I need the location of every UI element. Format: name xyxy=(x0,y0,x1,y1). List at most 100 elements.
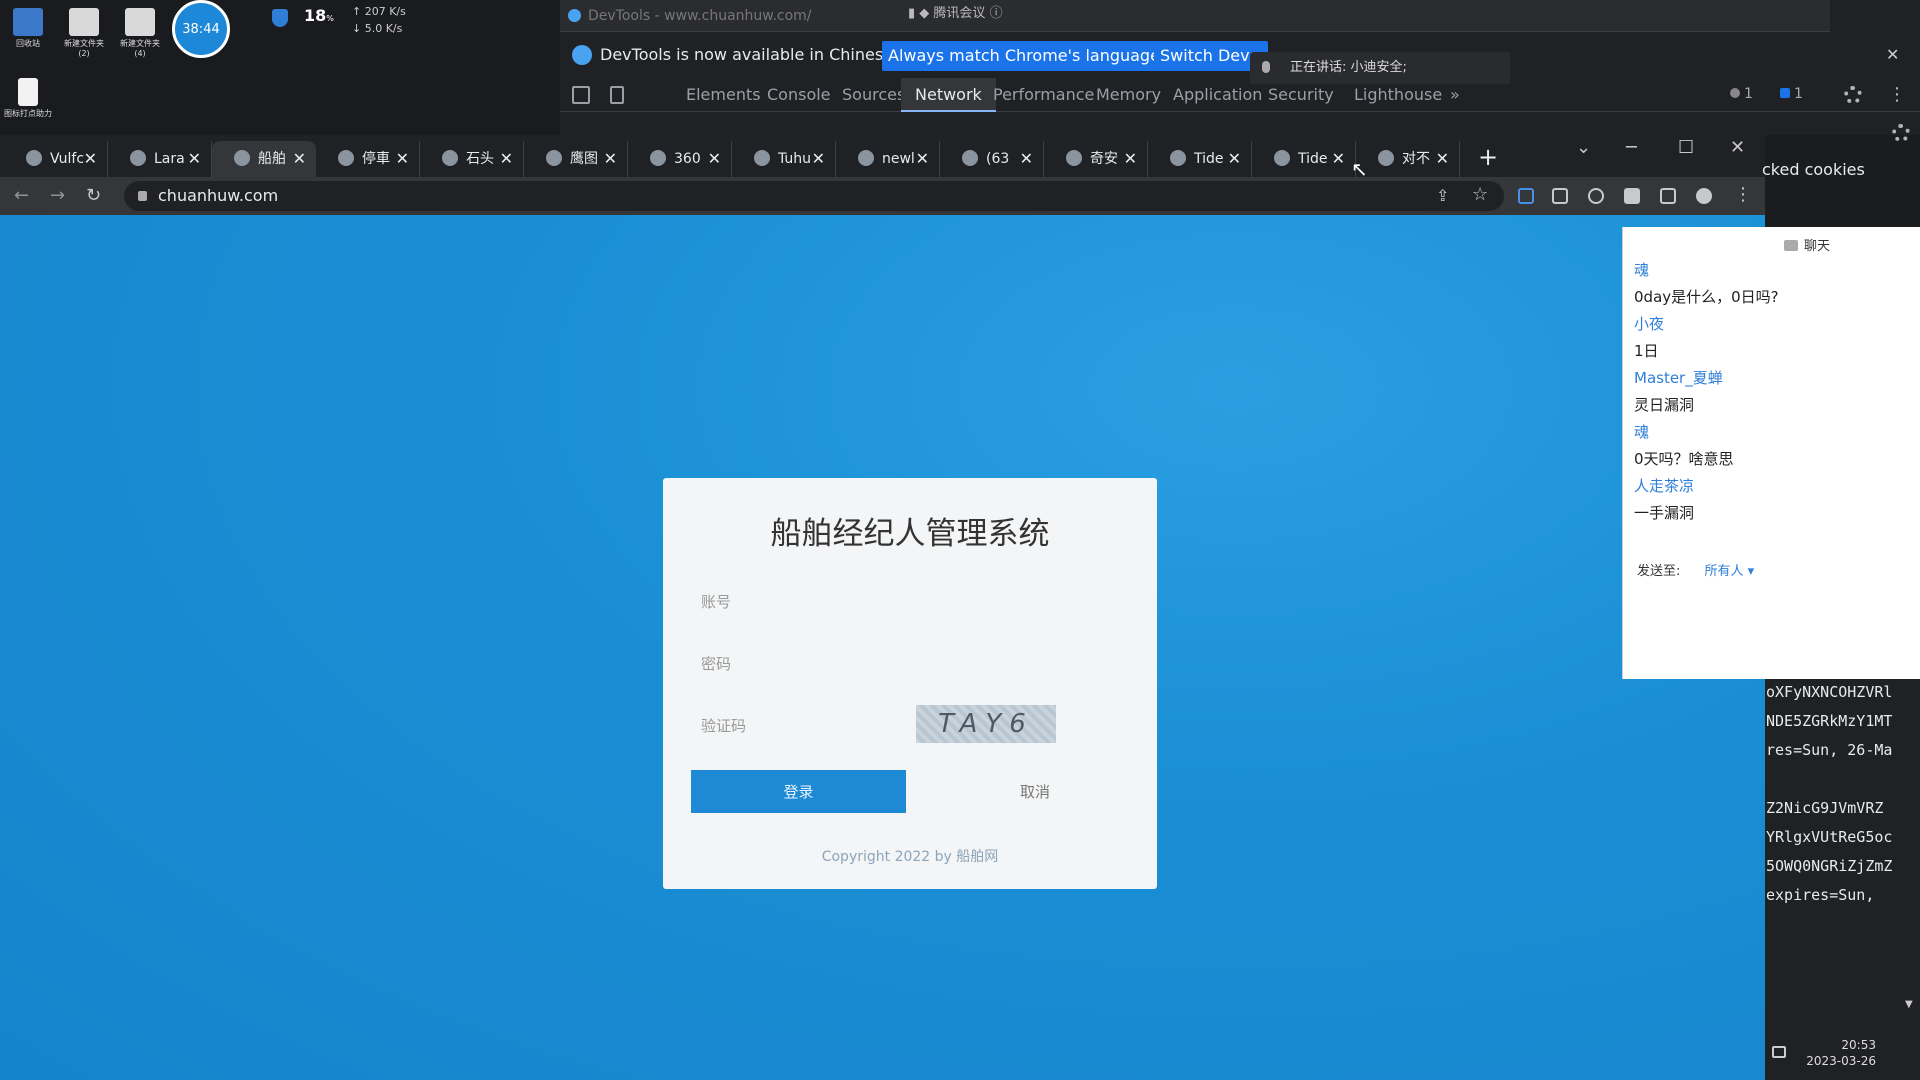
tab-close-icon[interactable]: ✕ xyxy=(1228,141,1241,177)
desktop-icon-doc[interactable]: 图标打点助力 xyxy=(0,78,56,119)
tab-close-icon[interactable]: ✕ xyxy=(1020,141,1033,177)
message-count-badge[interactable]: 1 xyxy=(1780,86,1803,102)
error-count-badge[interactable]: 1 xyxy=(1730,86,1753,102)
reload-icon[interactable]: ↻ xyxy=(86,185,101,206)
taskbar-clock[interactable]: 20:53 2023-03-26 xyxy=(1800,1037,1876,1069)
tab-close-icon[interactable]: ✕ xyxy=(708,141,721,177)
browser-tab[interactable]: 对不 ✕ xyxy=(1356,141,1460,177)
cancel-button[interactable]: 取消 xyxy=(935,770,1135,813)
tab-title: Tide xyxy=(1194,151,1224,167)
extension-eye-icon[interactable] xyxy=(1588,188,1604,204)
puzzle-extensions-icon[interactable] xyxy=(1624,188,1640,204)
net-up-value: 207 xyxy=(364,5,386,18)
chat-sender[interactable]: 魂 xyxy=(1634,257,1779,284)
side-panel-icon[interactable] xyxy=(1660,188,1676,204)
window-close-icon[interactable]: ✕ xyxy=(1730,137,1745,158)
chat-sender[interactable]: 小夜 xyxy=(1634,311,1779,338)
more-options-icon[interactable]: ⋮ xyxy=(1888,84,1906,105)
tab-close-icon[interactable]: ✕ xyxy=(293,141,306,177)
tab-title: 360 xyxy=(674,151,701,167)
new-tab-button[interactable]: + xyxy=(1478,143,1498,171)
chat-sender[interactable]: 魂 xyxy=(1634,419,1779,446)
extension-icon[interactable] xyxy=(1518,188,1534,204)
browser-tab[interactable]: Tide ✕ xyxy=(1252,141,1356,177)
browser-tab[interactable]: 石头 ✕ xyxy=(420,141,524,177)
tab-close-icon[interactable]: ✕ xyxy=(1332,141,1345,177)
close-icon[interactable]: ✕ xyxy=(1886,45,1899,64)
browser-tab[interactable]: 360 ✕ xyxy=(628,141,732,177)
browser-tab[interactable]: (63 ✕ xyxy=(940,141,1044,177)
chat-sender[interactable]: Master_夏蝉 xyxy=(1634,365,1779,392)
devtools-info-bar: DevTools is now available in Chinese! Al… xyxy=(560,37,1920,73)
tab-close-icon[interactable]: ✕ xyxy=(500,141,513,177)
tab-search-chevron-icon[interactable]: ⌄ xyxy=(1576,137,1591,158)
recording-timer[interactable]: 38:44 xyxy=(172,0,230,58)
browser-tab[interactable]: 鹰图 ✕ xyxy=(524,141,628,177)
volume-icon[interactable] xyxy=(1772,1046,1786,1058)
inspect-icon[interactable] xyxy=(572,86,590,104)
tab-close-icon[interactable]: ✕ xyxy=(1436,141,1449,177)
captcha-label: 验证码 xyxy=(701,717,747,735)
tab-security[interactable]: Security xyxy=(1254,78,1348,112)
account-field: 账号 xyxy=(701,583,1121,617)
browser-tab-active[interactable]: 船舶 ✕ xyxy=(212,141,316,177)
cpu-value: 18 xyxy=(304,6,327,25)
tab-close-icon[interactable]: ✕ xyxy=(1124,141,1137,177)
qr-extension-icon[interactable] xyxy=(1552,188,1568,204)
lock-icon[interactable] xyxy=(138,191,147,201)
devtools-window: DevTools - www.chuanhuw.com/ ▮ ◆ 腾讯会议 ⓘ … xyxy=(560,0,1920,142)
tab-close-icon[interactable]: ✕ xyxy=(396,141,409,177)
chat-sender[interactable]: 人走茶凉 xyxy=(1634,473,1779,500)
send-to-value: 所有人 xyxy=(1704,564,1744,579)
meeting-indicator[interactable]: ▮ ◆ 腾讯会议 ⓘ xyxy=(908,2,1003,21)
browser-tab[interactable]: Tide ✕ xyxy=(1148,141,1252,177)
maximize-icon[interactable]: ☐ xyxy=(1678,137,1694,158)
tab-close-icon[interactable]: ✕ xyxy=(812,141,825,177)
tab-close-icon[interactable]: ✕ xyxy=(604,141,617,177)
message-icon xyxy=(1780,88,1790,98)
browser-tab[interactable]: Tuhu ✕ xyxy=(732,141,836,177)
browser-tab[interactable]: Vulfc ✕ xyxy=(4,141,108,177)
password-input[interactable] xyxy=(771,647,1121,677)
desktop-icon-recycle[interactable]: 回收站 xyxy=(0,8,56,49)
chrome-logo-icon xyxy=(568,9,581,22)
settings-gear-icon[interactable] xyxy=(1844,86,1862,104)
desktop-icon-folder-2[interactable]: 新建文件夹 (2) xyxy=(56,8,112,58)
tab-close-icon[interactable]: ✕ xyxy=(916,141,929,177)
chat-icon xyxy=(1783,240,1798,251)
browser-tab[interactable]: 停車 ✕ xyxy=(316,141,420,177)
tab-close-icon[interactable]: ✕ xyxy=(188,141,201,177)
tab-close-icon[interactable]: ✕ xyxy=(84,141,97,177)
back-arrow-icon[interactable]: ← xyxy=(14,185,29,206)
scroll-down-icon[interactable]: ▼ xyxy=(1905,999,1919,1011)
net-unit: K/s xyxy=(385,22,403,35)
menu-kebab-icon[interactable]: ⋮ xyxy=(1734,184,1752,205)
desktop-icon-folder-4[interactable]: 新建文件夹 (4) xyxy=(112,8,168,58)
send-to-dropdown[interactable]: 所有人 ▾ xyxy=(1705,564,1755,579)
net-down: ↓ 5.0 K/s xyxy=(352,22,403,35)
browser-tab[interactable]: newl ✕ xyxy=(836,141,940,177)
profile-avatar-icon[interactable] xyxy=(1696,188,1712,204)
recycle-bin-icon xyxy=(13,8,43,36)
forward-arrow-icon[interactable]: → xyxy=(50,185,65,206)
device-toolbar-icon[interactable] xyxy=(610,86,624,104)
browser-tab[interactable]: Lara ✕ xyxy=(108,141,212,177)
clock-time: 20:53 xyxy=(1841,1038,1876,1052)
bookmark-star-icon[interactable]: ☆ xyxy=(1472,184,1488,205)
desktop-icon-label: 回收站 xyxy=(16,39,40,48)
login-button[interactable]: 登录 xyxy=(691,770,906,813)
chat-message-text: 1日 xyxy=(1634,342,1659,360)
minimize-icon[interactable]: ─ xyxy=(1626,137,1637,158)
share-icon[interactable]: ⇪ xyxy=(1436,186,1449,205)
captcha-image[interactable]: TAY6 xyxy=(916,705,1056,743)
favicon-icon xyxy=(130,150,146,166)
captcha-input[interactable] xyxy=(771,709,901,739)
account-input[interactable] xyxy=(771,585,1121,615)
match-language-button[interactable]: Always match Chrome's language xyxy=(882,41,1166,71)
address-bar[interactable]: chuanhuw.com ⇪ ☆ xyxy=(124,181,1504,211)
shield-icon[interactable] xyxy=(272,9,288,27)
tab-title: 对不 xyxy=(1402,151,1430,167)
github-icon xyxy=(754,150,770,166)
more-tabs-button[interactable]: » xyxy=(1436,78,1474,112)
browser-tab[interactable]: 奇安 ✕ xyxy=(1044,141,1148,177)
